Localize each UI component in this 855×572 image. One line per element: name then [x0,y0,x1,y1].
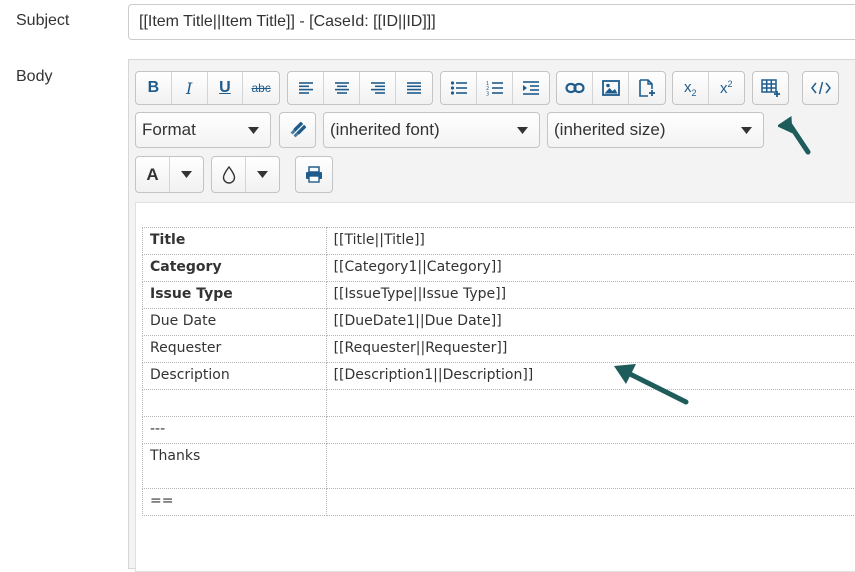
justify-button[interactable] [396,72,432,104]
table-row: Due Date[[DueDate1||Due Date]] [143,309,855,336]
source-group [802,71,839,105]
table-cell-label[interactable]: == [143,489,327,516]
table-row [143,390,855,417]
table-cell-label[interactable]: Description [143,363,327,390]
list-group: 123 [440,71,550,105]
table-group [752,71,789,105]
table-row: Thanks [143,444,855,489]
underline-button[interactable]: U [208,72,244,104]
align-left-icon [298,81,314,95]
table-cell-value[interactable]: [[Title||Title]] [326,228,855,255]
align-right-button[interactable] [360,72,396,104]
indent-icon [522,80,540,96]
table-cell-label[interactable]: Due Date [143,309,327,336]
table-cell-label[interactable]: Title [143,228,327,255]
superscript-icon: x2 [720,79,733,97]
table-row: == [143,489,855,516]
image-icon [602,80,620,96]
bullet-list-button[interactable] [441,72,477,104]
table-row: Description[[Description1||Description]] [143,363,855,390]
arrow-icon [778,108,818,160]
droplet-icon [222,166,236,184]
body-label: Body [16,68,52,86]
chevron-down-icon [181,171,192,178]
align-center-icon [334,81,350,95]
table-cell-label[interactable]: Issue Type [143,282,327,309]
link-icon [565,82,585,94]
alignment-group [287,71,433,105]
source-code-button[interactable] [803,72,838,104]
text-color-group: A [135,156,204,193]
table-cell-label[interactable]: Category [143,255,327,282]
align-right-icon [370,81,386,95]
table-cell-label[interactable]: --- [143,417,327,444]
table-cell-label[interactable]: Thanks [143,444,327,489]
justify-icon [406,81,422,95]
table-row: Title[[Title||Title]] [143,228,855,255]
table-cell-value[interactable] [326,489,855,516]
subscript-icon: x2 [684,79,697,98]
align-left-button[interactable] [288,72,324,104]
table-row: --- [143,417,855,444]
background-color-dropdown[interactable] [246,157,279,192]
subject-input[interactable]: [[Item Title||Item Title]] - [CaseId: [[… [128,4,855,40]
table-cell-value[interactable]: [[IssueType||Issue Type]] [326,282,855,309]
add-document-icon [638,79,656,97]
insert-file-button[interactable] [629,72,665,104]
indent-button[interactable] [513,72,549,104]
chevron-down-icon [729,113,763,147]
print-button[interactable] [296,157,332,192]
script-group: x2 x2 [672,71,745,105]
italic-button[interactable]: I [172,72,208,104]
subscript-button[interactable]: x2 [673,72,709,104]
table-icon [761,79,781,97]
table-row: Category[[Category1||Category]] [143,255,855,282]
font-family-dropdown[interactable]: (inherited font) [323,112,540,148]
body-table: Title[[Title||Title]]Category[[Category1… [142,227,855,516]
superscript-button[interactable]: x2 [709,72,744,104]
background-color-button[interactable] [212,157,246,192]
table-row: Issue Type[[IssueType||Issue Type]] [143,282,855,309]
table-cell-value[interactable] [326,444,855,489]
insert-image-button[interactable] [593,72,629,104]
bullet-list-icon [450,80,468,96]
eraser-icon [288,120,308,140]
chevron-down-icon [257,171,268,178]
chevron-down-icon [505,113,539,147]
font-size-dropdown[interactable]: (inherited size) [547,112,764,148]
format-dropdown[interactable]: Format [135,112,271,148]
text-color-button[interactable]: A [136,157,170,192]
arrow-icon [610,358,695,410]
chevron-down-icon [236,113,270,147]
clear-format-group [279,112,316,148]
align-center-button[interactable] [324,72,360,104]
table-cell-value[interactable]: [[Category1||Category]] [326,255,855,282]
insert-group [556,71,666,105]
editor-content-area[interactable]: Title[[Title||Title]]Category[[Category1… [135,202,855,572]
text-color-dropdown[interactable] [170,157,203,192]
insert-table-button[interactable] [753,72,788,104]
code-icon [811,81,831,95]
svg-text:3: 3 [486,92,489,97]
table-row: Requester[[Requester||Requester]] [143,336,855,363]
print-group [295,156,333,193]
table-cell-label[interactable]: Requester [143,336,327,363]
insert-link-button[interactable] [557,72,593,104]
bold-button[interactable]: B [136,72,172,104]
table-cell-value[interactable]: [[Requester||Requester]] [326,336,855,363]
clear-formatting-button[interactable] [280,113,315,147]
bg-color-group [211,156,280,193]
numbered-list-button[interactable]: 123 [477,72,513,104]
subject-label: Subject [16,12,69,30]
table-cell-value[interactable] [326,390,855,417]
strikethrough-button[interactable]: abc [243,72,279,104]
table-cell-value[interactable]: [[DueDate1||Due Date]] [326,309,855,336]
rich-text-editor: B I U abc 123 [128,59,855,569]
text-style-group: B I U abc [135,71,280,105]
print-icon [305,166,323,183]
table-cell-label[interactable] [143,390,327,417]
numbered-list-icon: 123 [486,80,504,96]
table-cell-value[interactable] [326,417,855,444]
table-cell-value[interactable]: [[Description1||Description]] [326,363,855,390]
